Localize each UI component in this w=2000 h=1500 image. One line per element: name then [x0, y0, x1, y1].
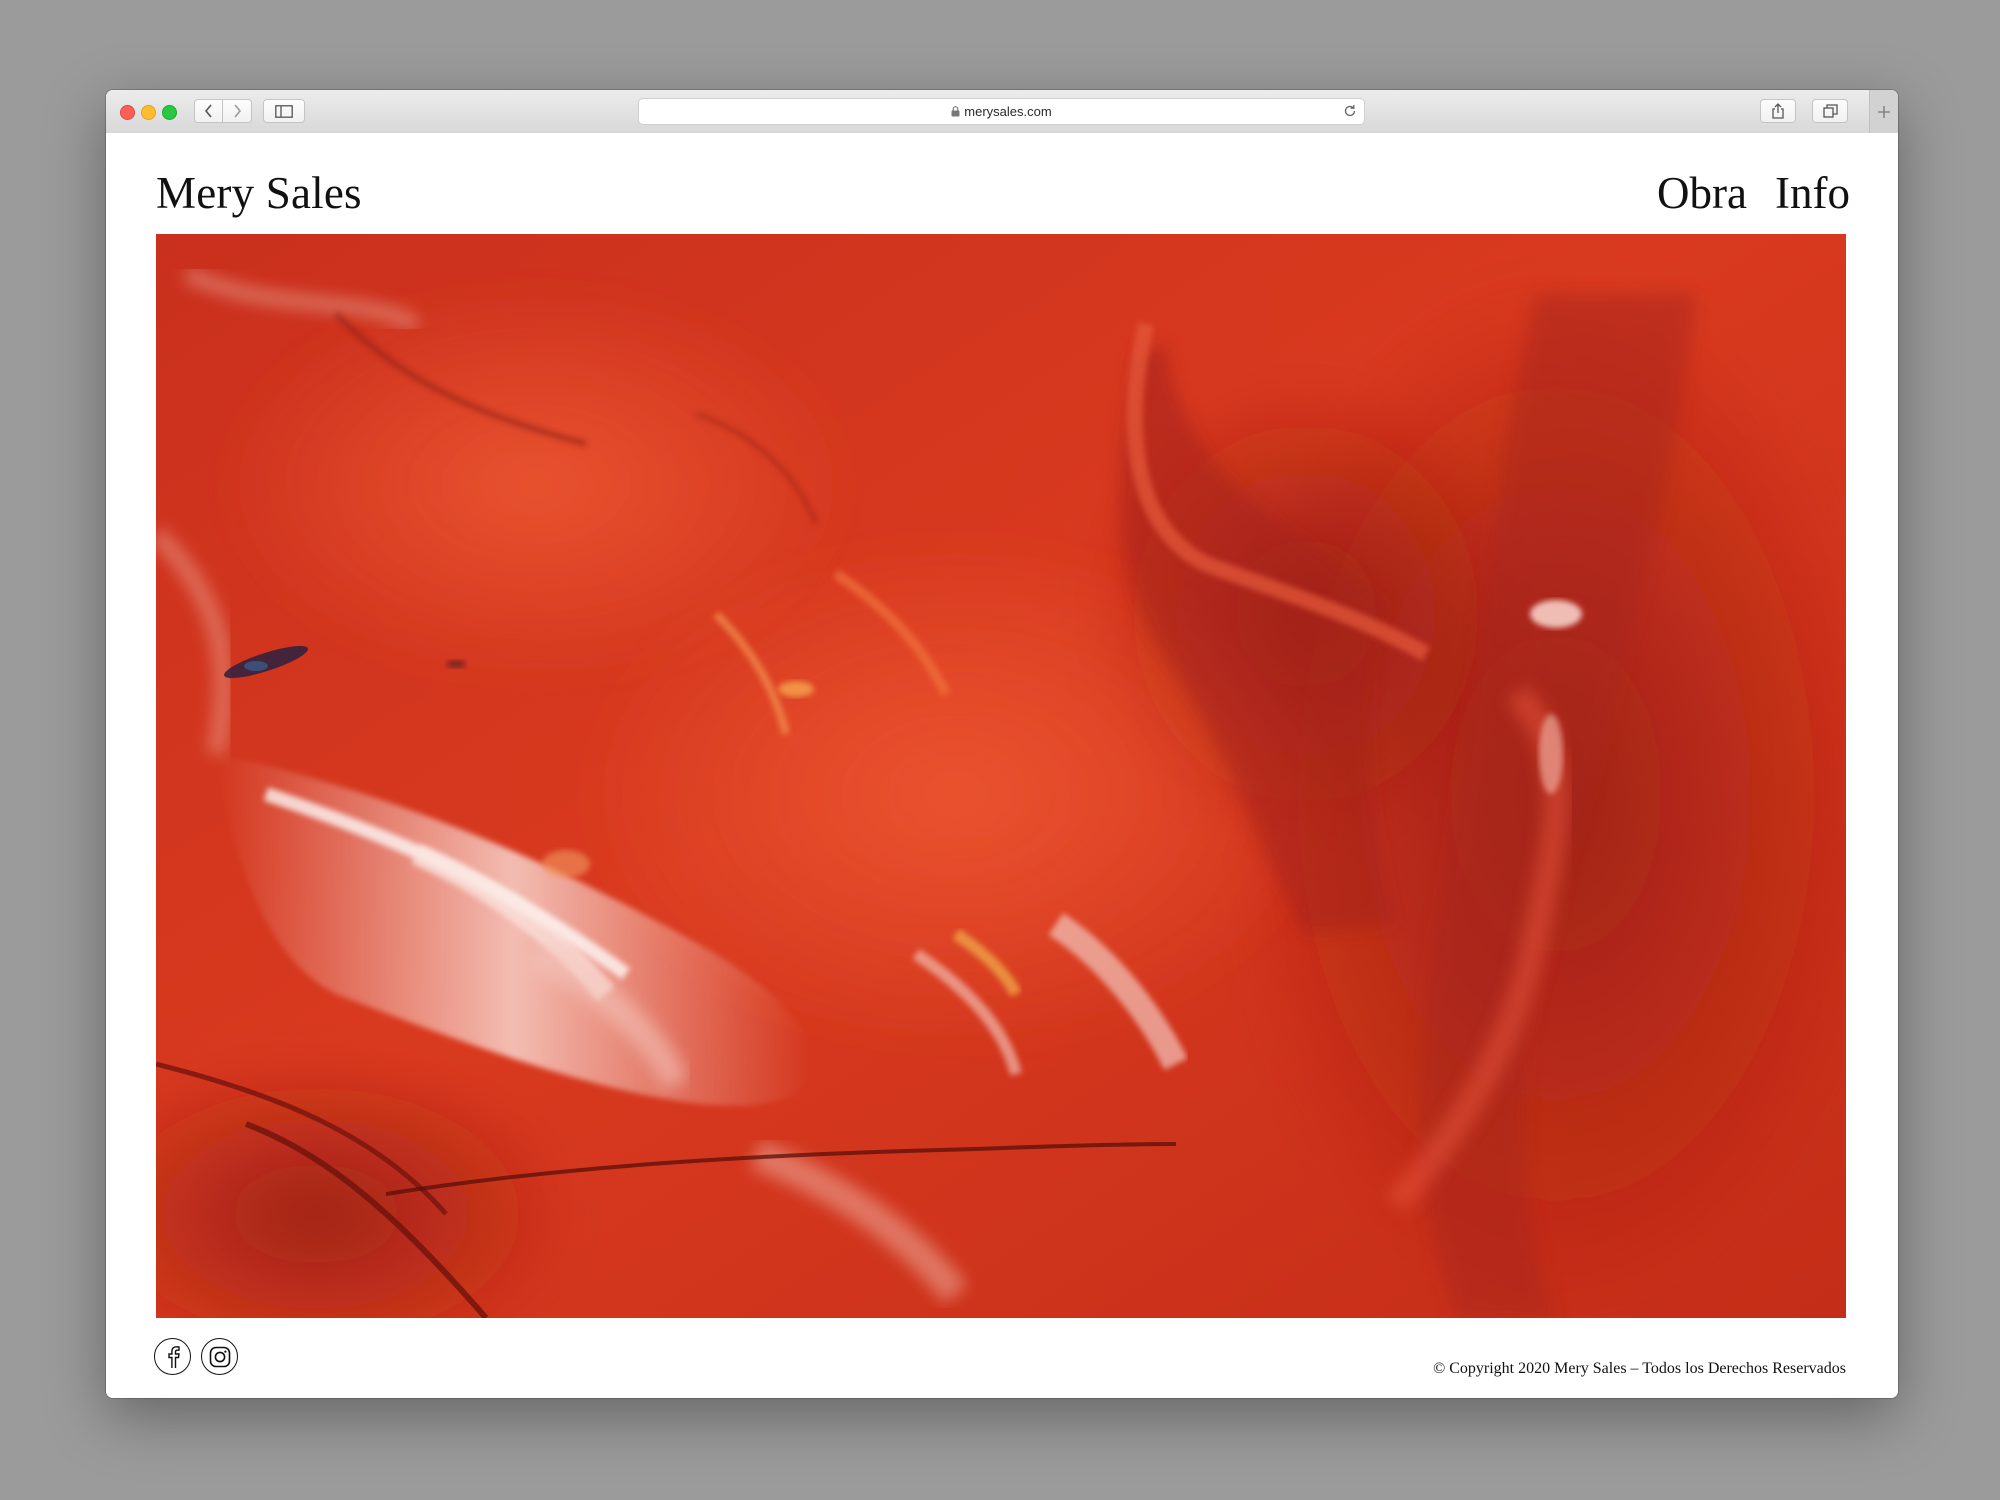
- show-tabs-button[interactable]: [1812, 99, 1848, 123]
- copyright-text: © Copyright 2020 Mery Sales – Todos los …: [1433, 1360, 1846, 1377]
- close-window-button[interactable]: [120, 105, 135, 120]
- plus-icon: [1878, 105, 1890, 118]
- tabs-icon: [1822, 104, 1838, 118]
- nav-link-info[interactable]: Info: [1775, 167, 1850, 219]
- sidebar-icon: [275, 104, 293, 118]
- forward-button[interactable]: [223, 99, 252, 123]
- web-page: Mery Sales Obra Info © Copyright 2020 Me…: [106, 133, 1898, 1398]
- chevron-right-icon: [234, 104, 242, 118]
- chevron-left-icon: [204, 104, 212, 118]
- new-tab-button[interactable]: [1869, 90, 1898, 133]
- browser-window: merysales.com Mery Sales Obra Info © Cop…: [106, 90, 1898, 1398]
- main-nav: Obra Info: [1657, 167, 1850, 219]
- social-links: [154, 1338, 238, 1375]
- site-title[interactable]: Mery Sales: [156, 167, 362, 219]
- url-text: merysales.com: [964, 104, 1052, 119]
- nav-link-obra[interactable]: Obra: [1657, 167, 1747, 219]
- featured-painting: [156, 234, 1846, 1318]
- lock-icon: [951, 106, 960, 117]
- share-icon: [1772, 103, 1784, 119]
- painting-image: [156, 234, 1846, 1318]
- share-button[interactable]: [1760, 99, 1796, 123]
- instagram-icon[interactable]: [201, 1338, 238, 1375]
- minimize-window-button[interactable]: [141, 105, 156, 120]
- back-button[interactable]: [194, 99, 223, 123]
- address-bar[interactable]: merysales.com: [638, 98, 1365, 125]
- sidebar-toggle-button[interactable]: [263, 99, 305, 123]
- zoom-window-button[interactable]: [162, 105, 177, 120]
- browser-toolbar: merysales.com: [106, 90, 1898, 134]
- facebook-icon[interactable]: [154, 1338, 191, 1375]
- reload-icon[interactable]: [1343, 104, 1357, 118]
